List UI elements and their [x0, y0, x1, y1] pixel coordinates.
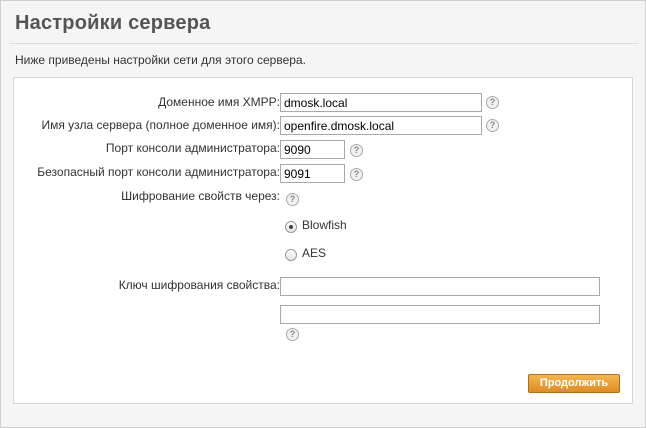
server-hostname-help-icon[interactable]: ? — [486, 119, 499, 132]
xmpp-domain-input[interactable] — [280, 93, 482, 112]
server-hostname-label: Имя узла сервера (полное доменное имя): — [41, 118, 280, 132]
encryption-key-confirm-input[interactable] — [280, 305, 600, 324]
admin-console-port-label: Порт консоли администратора: — [105, 141, 280, 155]
encryption-blowfish-radio[interactable] — [285, 221, 297, 233]
encryption-aes-radio[interactable] — [285, 249, 297, 261]
xmpp-domain-label: Доменное имя XMPP: — [158, 95, 280, 109]
admin-console-port-input[interactable] — [280, 140, 345, 159]
secure-admin-port-help-icon[interactable]: ? — [350, 168, 363, 181]
encryption-label: Шифрование свойств через: — [121, 189, 280, 203]
secure-admin-port-label: Безопасный порт консоли администратора: — [37, 165, 280, 179]
setup-window: Настройки сервера Ниже приведены настрой… — [0, 0, 646, 428]
page-description: Ниже приведены настройки сети для этого … — [15, 53, 306, 67]
title-divider — [9, 43, 639, 44]
admin-console-port-help-icon[interactable]: ? — [350, 144, 363, 157]
continue-button[interactable]: Продолжить — [528, 374, 620, 393]
secure-admin-port-input[interactable] — [280, 164, 345, 183]
server-hostname-input[interactable] — [280, 116, 482, 135]
encryption-help-icon[interactable]: ? — [286, 193, 299, 206]
settings-panel: Доменное имя XMPP: ? Имя узла сервера (п… — [13, 77, 633, 404]
encryption-blowfish-label: Blowfish — [302, 218, 347, 232]
encryption-key-help-icon[interactable]: ? — [286, 328, 299, 341]
page-title: Настройки сервера — [15, 12, 211, 34]
encryption-key-label: Ключ шифрования свойства: — [118, 278, 280, 292]
encryption-aes-label: AES — [302, 246, 327, 260]
encryption-key-input[interactable] — [280, 277, 600, 296]
xmpp-domain-help-icon[interactable]: ? — [486, 96, 499, 109]
